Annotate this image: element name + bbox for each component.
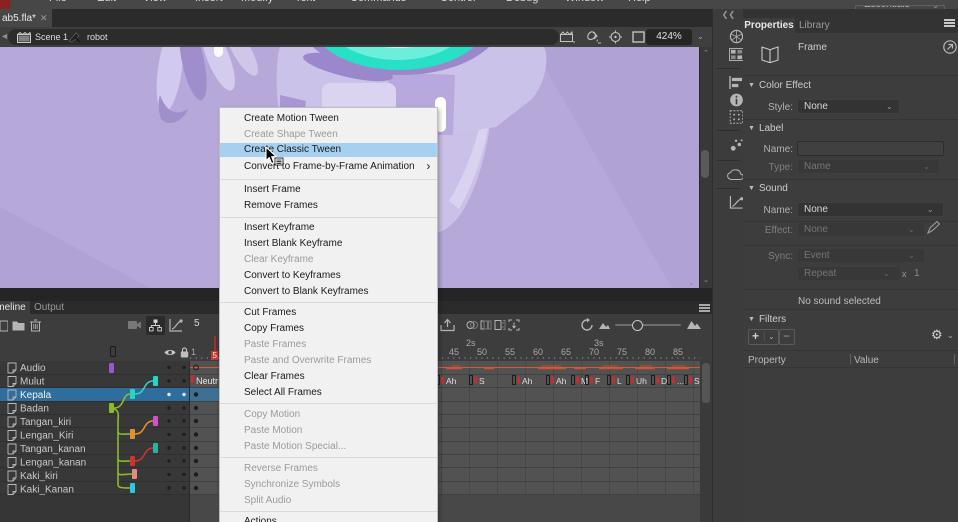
svg-text:Lengan_Kiri: Lengan_Kiri: [20, 431, 73, 442]
svg-text:S: S: [694, 376, 700, 386]
svg-text:Badan: Badan: [20, 404, 49, 415]
svg-text:Lengan_kanan: Lengan_kanan: [20, 458, 86, 469]
svg-text:S: S: [479, 376, 485, 386]
svg-text:Ah: Ah: [522, 376, 533, 386]
svg-text:⌄: ⌄: [688, 278, 695, 287]
svg-text:Tangan_kiri: Tangan_kiri: [20, 417, 71, 428]
svg-text:Uh: Uh: [636, 376, 647, 386]
svg-text:Tangan_kanan: Tangan_kanan: [20, 444, 86, 455]
svg-text:Ah: Ah: [446, 376, 457, 386]
svg-text:...: ...: [677, 376, 684, 386]
svg-text:F: F: [595, 376, 600, 386]
svg-text:Mulut: Mulut: [20, 377, 45, 388]
svg-text:Kaki_kiri: Kaki_kiri: [20, 471, 58, 482]
svg-text:D: D: [661, 376, 667, 386]
svg-text:Ah: Ah: [556, 376, 567, 386]
svg-text:Kepala: Kepala: [20, 390, 52, 401]
svg-text:Neutr: Neutr: [196, 376, 218, 386]
svg-text:Kaki_Kanan: Kaki_Kanan: [20, 485, 74, 496]
svg-text:L: L: [617, 376, 622, 386]
svg-text:Audio: Audio: [20, 363, 46, 374]
